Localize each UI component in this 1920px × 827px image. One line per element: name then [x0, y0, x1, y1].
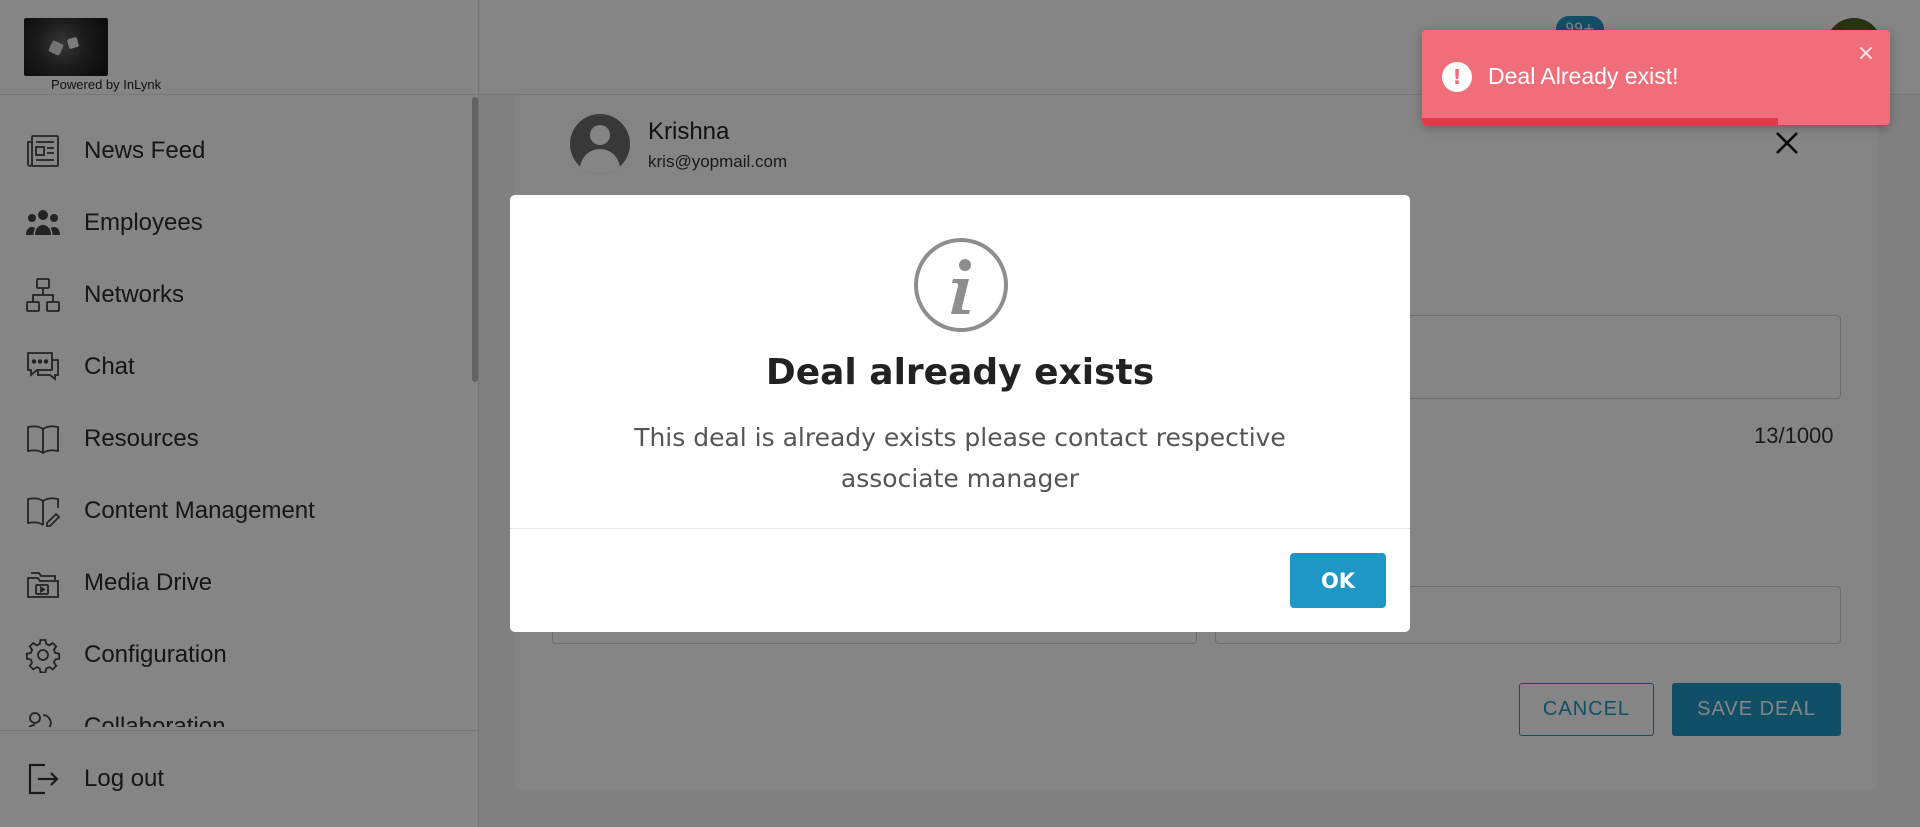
- ok-button[interactable]: OK: [1290, 553, 1386, 608]
- info-icon: [913, 237, 1009, 333]
- deal-exists-dialog: Deal already exists This deal is already…: [510, 195, 1410, 632]
- toast-close-icon[interactable]: ×: [1856, 43, 1876, 65]
- toast-progress-bar: [1422, 118, 1778, 125]
- toast-message: Deal Already exist!: [1488, 63, 1679, 89]
- dialog-divider: [510, 528, 1410, 529]
- dialog-message: This deal is already exists please conta…: [634, 423, 1286, 493]
- dialog-title: Deal already exists: [765, 352, 1155, 393]
- exclamation-icon: !: [1442, 62, 1472, 92]
- error-toast: ! Deal Already exist! ×: [1422, 30, 1890, 125]
